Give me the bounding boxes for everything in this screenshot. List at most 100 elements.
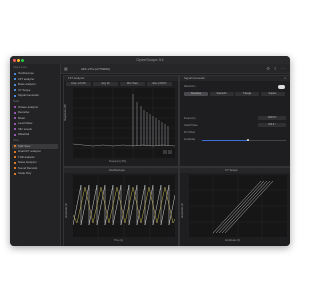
sidebar-item-level-meter[interactable]: Level Meter — [12, 121, 58, 126]
xy-chart — [189, 175, 287, 237]
sidebar-item-label: Recorder — [18, 110, 30, 114]
fft-control-0[interactable]: Freq: 1.0 kHz — [66, 82, 91, 86]
frequency-field[interactable]: 1000 Hz — [258, 116, 286, 120]
tool-icon — [13, 111, 16, 114]
amplitude-slider-fill — [202, 140, 249, 141]
output-toggle[interactable] — [278, 85, 285, 89]
sidebar-item-label: Scale Poly — [18, 171, 32, 175]
sidebar-item-label: Bode analyzer — [18, 82, 36, 86]
tool-icon — [13, 106, 16, 108]
app-window: OpenScope X4 Signal Input Oscilloscope FF… — [10, 56, 290, 246]
sidebar-item-xy-scope[interactable]: XY Scope — [12, 88, 58, 93]
more-icon[interactable]: ⋯ — [281, 66, 285, 71]
sidebar-item-fft-analyzer[interactable]: FFT analyzer — [12, 77, 58, 82]
device-selector[interactable]: ADC-2 Pro (A7700001) — [81, 67, 110, 71]
instrument-icon — [13, 94, 16, 97]
frequency-label: Frequency — [184, 117, 196, 120]
osc-xlabel: Time (s) — [114, 239, 124, 242]
sidebar-item-label: Level Meter — [18, 121, 33, 125]
sidebar-item-oscilloscope[interactable]: Oscilloscope — [12, 71, 58, 76]
share-icon[interactable]: ⇪ — [274, 66, 277, 71]
sidebar-item-label: FFT analyzer — [18, 76, 35, 81]
instrument-icon — [13, 83, 16, 86]
sidebar-item-label: Sound Records — [18, 165, 38, 170]
sidebar-item-label: Octave analyzer — [18, 104, 39, 109]
sidebar-item-label: Vibr Levels — [18, 126, 32, 131]
fft-control-2[interactable]: Win: Hann — [120, 82, 145, 86]
osc-panel-header: Oscilloscope — [64, 168, 178, 173]
osc-ylabel: Amplitude (V) — [65, 202, 68, 218]
sidebar-item-label: Meter — [18, 115, 26, 120]
sidebar-item-bode-analyzer[interactable]: Bode analyzer — [12, 82, 58, 87]
waveform-tab-sinewave[interactable]: Sinewave — [184, 92, 208, 96]
grid-icon[interactable]: ▦ — [64, 66, 68, 71]
tool-icon — [13, 122, 16, 125]
panel-options-icon[interactable]: ≡ — [284, 76, 286, 81]
fft-panel-title: FFT Analyzer — [68, 76, 85, 80]
sidebar-item-vibr-levels[interactable]: Vibr Levels — [12, 127, 58, 132]
fft-panel: FFT Analyzer Freq: 1.0 kHz Avg: 16 Win: Ha… — [63, 75, 179, 167]
sidebar-item-noise-analyzer[interactable]: Noise Analyzer — [12, 160, 58, 165]
sidebar-item-meter[interactable]: Meter — [12, 116, 58, 121]
phase-label: Initial Phase — [184, 124, 198, 127]
signal-panel-title: Signal Generator — [184, 76, 206, 80]
osc-panel-title: Oscilloscope — [109, 168, 125, 172]
xy-ylabel: Amplitude (V) — [181, 202, 184, 218]
sidebar-item-dual-fft-analyzer[interactable]: Dual FFT analyzer — [12, 149, 58, 154]
fft-panel-header: FFT Analyzer — [64, 76, 178, 81]
sidebar: Signal Input Oscilloscope FFT analyzer Bod… — [10, 64, 61, 246]
instrument-icon — [13, 89, 16, 91]
settings-icon[interactable]: ⚙ — [266, 66, 270, 71]
fft-plot[interactable] — [72, 88, 176, 158]
dc-offset-label: DC Offset — [184, 131, 195, 134]
sidebar-item-recorder[interactable]: Recorder — [12, 110, 58, 115]
sidebar-item-label: Waterfall — [18, 132, 29, 136]
fft-chart — [72, 88, 176, 158]
view-icon — [13, 145, 16, 147]
sidebar-section-signal: Signal Input — [13, 66, 27, 69]
view-icon — [13, 150, 16, 153]
fft-control-1[interactable]: Avg: 16 — [93, 82, 118, 86]
signal-generator-panel: Signal Generator ≡ Waveform Sinewave Sawt… — [179, 75, 290, 167]
xy-plot[interactable] — [189, 175, 287, 237]
sidebar-item-label: Oscilloscope — [18, 71, 34, 75]
sidebar-section-view: View — [13, 138, 19, 142]
tool-icon — [13, 133, 16, 136]
fft-control-3[interactable]: Res: 2.93 Hz — [147, 82, 172, 86]
view-icon — [13, 167, 16, 169]
oscilloscope-panel: Oscilloscope Amplitude (V) Time (s) — [63, 167, 179, 246]
instrument-icon — [13, 72, 16, 75]
toolbar: ▦ ADC-2 Pro (A7700001) ⚙ ⇪ ⋯ — [61, 64, 290, 74]
xy-panel-title: XY Scope — [225, 168, 238, 172]
view-icon — [13, 172, 16, 175]
sidebar-item-signal-generator[interactable]: Signal Generator — [12, 93, 58, 98]
osc-plot[interactable] — [72, 175, 176, 237]
amplitude-label: Amplitude — [184, 138, 196, 141]
window-title: OpenScope X4 — [136, 57, 164, 62]
sidebar-item-scale-poly[interactable]: Scale Poly — [12, 171, 58, 176]
phase-field[interactable]: 180.0 ° — [258, 123, 286, 127]
instrument-icon — [13, 78, 16, 80]
sidebar-item-waterfall[interactable]: Waterfall — [12, 132, 58, 137]
sidebar-item-label: Signal Generator — [18, 93, 40, 97]
sidebar-item-split-view[interactable]: Split View — [12, 143, 58, 149]
waveform-tab-triangle[interactable]: Triangle — [235, 92, 259, 96]
signal-panel-header: Signal Generator ≡ — [180, 76, 290, 81]
sidebar-item-sound-records[interactable]: Sound Records — [12, 166, 58, 171]
waveform-tab-square[interactable]: Square — [260, 92, 285, 96]
xy-panel-header: XY Scope — [180, 168, 290, 173]
xy-xlabel: Amplitude (V) — [225, 239, 241, 242]
fft-xlabel: Frequency (Hz) — [109, 160, 127, 163]
view-icon — [13, 161, 16, 164]
fft-ylabel: Magnitude (dB) — [64, 103, 67, 121]
sidebar-item-label: Noise Analyzer — [18, 160, 37, 164]
sidebar-item-octave-analyzer[interactable]: Octave analyzer — [12, 105, 58, 110]
sidebar-item-label: Split View — [18, 143, 31, 148]
tool-icon — [13, 117, 16, 119]
title-bar: OpenScope X4 — [10, 56, 290, 64]
sidebar-item-thd-analysis[interactable]: THD analysis — [12, 155, 58, 160]
sidebar-item-label: THD analysis — [18, 154, 35, 159]
osc-chart — [72, 175, 176, 237]
sidebar-section-tools: Tools — [13, 99, 20, 103]
waveform-tab-sawtooth[interactable]: Sawtooth — [209, 92, 234, 96]
